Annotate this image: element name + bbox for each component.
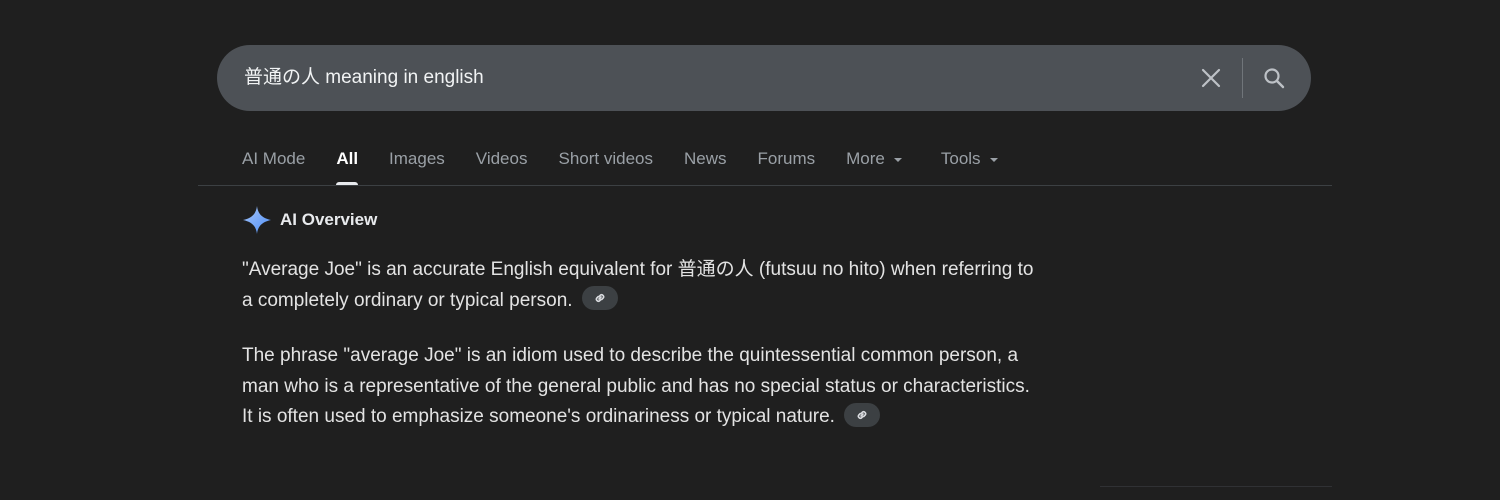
chevron-down-icon bbox=[989, 158, 998, 162]
ai-overview-paragraph: "Average Joe" is an accurate English equ… bbox=[242, 255, 1042, 316]
tab-label: Forums bbox=[757, 149, 816, 168]
tab-label: Short videos bbox=[558, 149, 653, 168]
tab-videos[interactable]: Videos bbox=[476, 140, 528, 185]
search-icon bbox=[1264, 68, 1285, 89]
tab-label: Images bbox=[389, 149, 445, 168]
tab-images[interactable]: Images bbox=[389, 140, 445, 185]
search-divider bbox=[1242, 58, 1243, 98]
link-icon bbox=[857, 411, 867, 419]
search-results-page: 普通の人 meaning in english AI Mode All Imag… bbox=[0, 0, 1500, 500]
source-link-button[interactable] bbox=[581, 286, 618, 311]
tab-label: AI Mode bbox=[242, 149, 306, 168]
ai-overview-paragraph: The phrase "average Joe" is an idiom use… bbox=[242, 341, 1042, 433]
clear-search-button[interactable] bbox=[1197, 64, 1225, 92]
tab-news[interactable]: News bbox=[684, 140, 727, 185]
close-icon bbox=[1201, 68, 1221, 88]
search-tabs: AI Mode All Images Videos Short videos N… bbox=[242, 140, 1029, 185]
source-link-button[interactable] bbox=[844, 402, 881, 427]
tab-all[interactable]: All bbox=[336, 140, 358, 185]
sparkle-icon bbox=[243, 206, 271, 234]
search-button[interactable] bbox=[1259, 63, 1289, 93]
tab-label: More bbox=[846, 149, 885, 168]
link-icon bbox=[595, 294, 605, 303]
chevron-down-icon bbox=[893, 158, 902, 162]
tab-forums[interactable]: Forums bbox=[758, 140, 816, 185]
tab-label: All bbox=[336, 149, 359, 168]
tab-tools[interactable]: Tools bbox=[941, 140, 998, 185]
section-divider bbox=[1100, 486, 1332, 487]
search-input[interactable]: 普通の人 meaning in english bbox=[244, 45, 1144, 111]
tab-ai-mode[interactable]: AI Mode bbox=[242, 140, 305, 185]
tabs-divider bbox=[198, 185, 1332, 186]
paragraph-text: The phrase "average Joe" is an idiom use… bbox=[242, 345, 1030, 427]
ai-overview-title: AI Overview bbox=[280, 210, 378, 229]
tab-label: Videos bbox=[475, 149, 528, 168]
paragraph-text: "Average Joe" is an accurate English equ… bbox=[242, 259, 1034, 311]
tab-label: Tools bbox=[940, 149, 981, 168]
tab-label: News bbox=[683, 149, 727, 168]
search-bar[interactable]: 普通の人 meaning in english bbox=[217, 45, 1311, 111]
ai-overview-header: AI Overview bbox=[242, 205, 377, 235]
tab-short-videos[interactable]: Short videos bbox=[558, 140, 653, 185]
tab-more[interactable]: More bbox=[846, 140, 902, 185]
